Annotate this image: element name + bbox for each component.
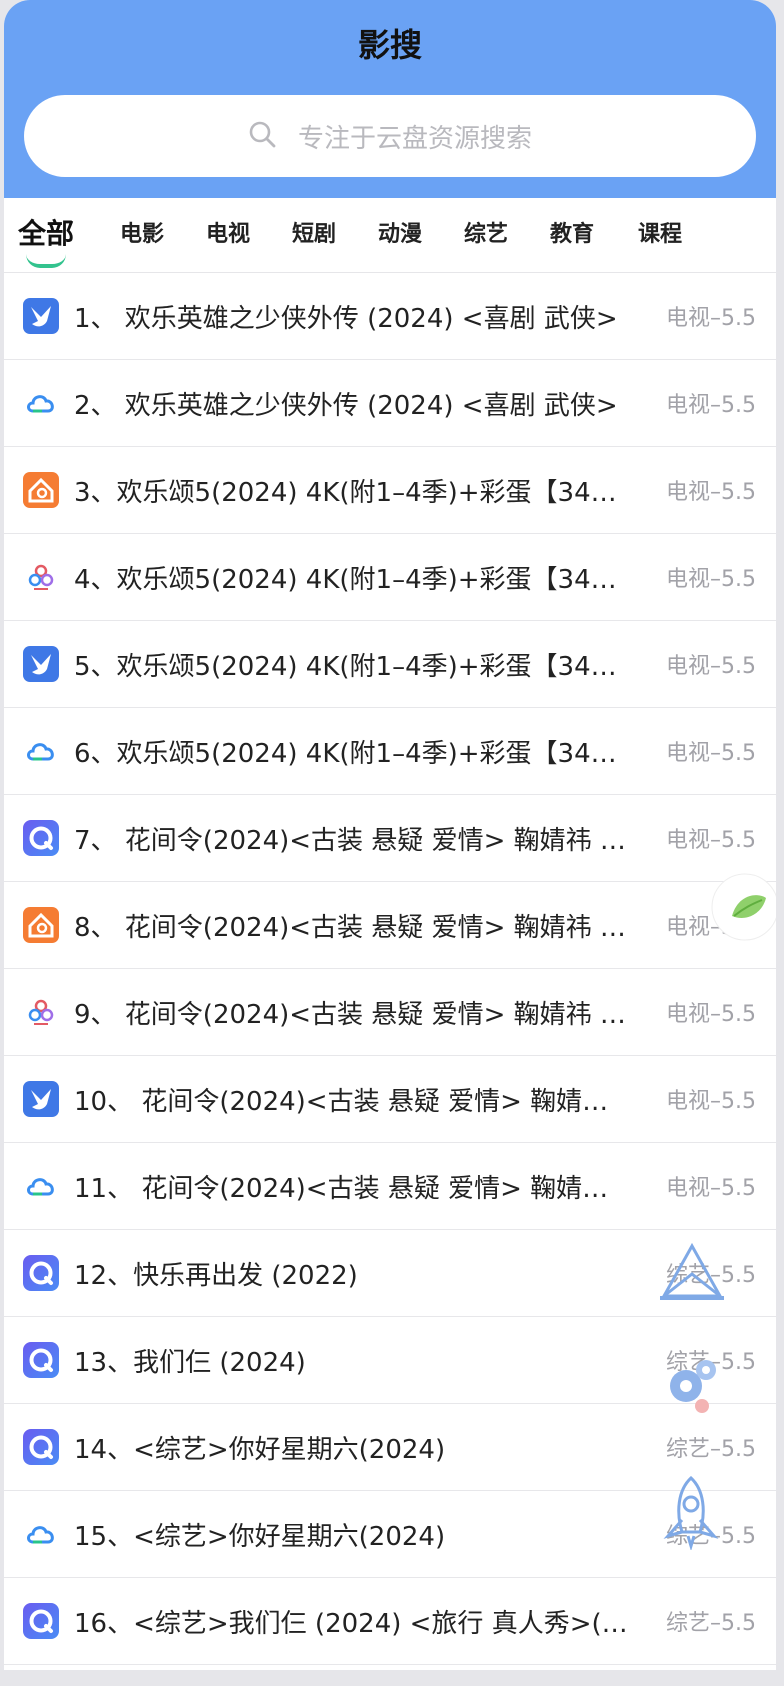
search-input[interactable]: 专注于云盘资源搜索 bbox=[298, 118, 532, 155]
app-window: 影搜 专注于云盘资源搜索 全部 电影 电视 短剧 动漫 综艺 教育 课程 1、 … bbox=[4, 0, 776, 1670]
leaf-float-icon[interactable] bbox=[710, 872, 776, 946]
baidu-cloud-icon bbox=[22, 1515, 60, 1553]
result-title: 10、 花间令(2024)<古装 悬疑 爱情> 鞠婧祎 刘学义 bbox=[74, 1086, 634, 1117]
tab-all[interactable]: 全部 bbox=[18, 212, 75, 268]
list-item[interactable]: 4、欢乐颂5(2024) 4K(附1–4季)+彩蛋【34集】 电视–5.5 bbox=[4, 534, 776, 621]
list-item[interactable]: 10、 花间令(2024)<古装 悬疑 爱情> 鞠婧祎 刘学义 电视–5.5 bbox=[4, 1056, 776, 1143]
result-title: 8、 花间令(2024)<古装 悬疑 爱情> 鞠婧祎 刘学义 bbox=[74, 912, 634, 943]
quark-icon bbox=[22, 1428, 60, 1466]
result-list: 1、 欢乐英雄之少侠外传 (2024) <喜剧 武侠> 电视–5.5 2、 欢乐英雄… bbox=[4, 273, 776, 1665]
bird-cloud-icon bbox=[22, 645, 60, 683]
list-item[interactable]: 11、 花间令(2024)<古装 悬疑 爱情> 鞠婧祎 刘学义 电视–5.5 bbox=[4, 1143, 776, 1230]
tab-label: 动漫 bbox=[378, 222, 423, 247]
tab-label: 电视 bbox=[206, 222, 251, 247]
tri-circle-icon bbox=[22, 993, 60, 1031]
result-category-score: 电视–5.5 bbox=[666, 567, 756, 592]
tab-variety[interactable]: 综艺 bbox=[464, 216, 508, 248]
result-category-score: 电视–5.5 bbox=[666, 741, 756, 766]
result-category-score: 综艺–5.5 bbox=[666, 1437, 756, 1462]
list-item[interactable]: 16、<综艺>我们仨 (2024) <旅行 真人秀>(完结) 综艺–5.5 bbox=[4, 1578, 776, 1665]
list-item[interactable]: 8、 花间令(2024)<古装 悬疑 爱情> 鞠婧祎 刘学义 电视–5.5 bbox=[4, 882, 776, 969]
quark-icon bbox=[22, 1341, 60, 1379]
bird-cloud-icon bbox=[22, 297, 60, 335]
search-bar[interactable]: 专注于云盘资源搜索 bbox=[24, 95, 756, 177]
tab-label: 全部 bbox=[18, 217, 75, 250]
tab-anime[interactable]: 动漫 bbox=[378, 216, 422, 248]
orange-house-icon bbox=[22, 906, 60, 944]
list-item[interactable]: 2、 欢乐英雄之少侠外传 (2024) <喜剧 武侠> 电视–5.5 bbox=[4, 360, 776, 447]
result-category-score: 综艺–5.5 bbox=[666, 1611, 756, 1636]
baidu-cloud-icon bbox=[22, 384, 60, 422]
page-title: 影搜 bbox=[357, 26, 422, 64]
list-item[interactable]: 5、欢乐颂5(2024) 4K(附1–4季)+彩蛋【34集】 电视–5.5 bbox=[4, 621, 776, 708]
envelope-float-icon[interactable] bbox=[656, 1240, 728, 1306]
rocket-float-icon[interactable] bbox=[658, 1474, 724, 1554]
result-title: 9、 花间令(2024)<古装 悬疑 爱情> 鞠婧祎 刘学义 bbox=[74, 999, 634, 1030]
tab-label: 综艺 bbox=[464, 222, 509, 247]
result-category-score: 电视–5.5 bbox=[666, 1002, 756, 1027]
result-title: 11、 花间令(2024)<古装 悬疑 爱情> 鞠婧祎 刘学义 bbox=[74, 1173, 634, 1204]
result-title: 4、欢乐颂5(2024) 4K(附1–4季)+彩蛋【34集】 bbox=[74, 564, 634, 595]
category-tabs: 全部 电影 电视 短剧 动漫 综艺 教育 课程 bbox=[4, 198, 776, 273]
tab-label: 短剧 bbox=[292, 222, 337, 247]
tab-tv[interactable]: 电视 bbox=[206, 216, 250, 248]
list-item[interactable]: 3、欢乐颂5(2024) 4K(附1–4季)+彩蛋【34集】 电视–5.5 bbox=[4, 447, 776, 534]
list-item[interactable]: 9、 花间令(2024)<古装 悬疑 爱情> 鞠婧祎 刘学义 电视–5.5 bbox=[4, 969, 776, 1056]
search-icon bbox=[248, 120, 276, 152]
quark-icon bbox=[22, 819, 60, 857]
tri-circle-icon bbox=[22, 558, 60, 596]
result-category-score: 电视–5.5 bbox=[666, 306, 756, 331]
orange-house-icon bbox=[22, 471, 60, 509]
active-tab-indicator bbox=[26, 254, 67, 268]
result-category-score: 电视–5.5 bbox=[666, 654, 756, 679]
result-category-score: 电视–5.5 bbox=[666, 480, 756, 505]
result-title: 2、 欢乐英雄之少侠外传 (2024) <喜剧 武侠> bbox=[74, 390, 618, 421]
result-title: 3、欢乐颂5(2024) 4K(附1–4季)+彩蛋【34集】 bbox=[74, 477, 634, 508]
result-title: 12、快乐再出发 (2022) bbox=[74, 1260, 358, 1291]
tab-label: 电影 bbox=[120, 222, 165, 247]
result-title: 16、<综艺>我们仨 (2024) <旅行 真人秀>(完结) bbox=[74, 1608, 634, 1639]
list-item[interactable]: 7、 花间令(2024)<古装 悬疑 爱情> 鞠婧祎 刘学义 电视–5.5 bbox=[4, 795, 776, 882]
result-title: 15、<综艺>你好星期六(2024) bbox=[74, 1521, 446, 1552]
tab-label: 课程 bbox=[638, 222, 683, 247]
tab-movie[interactable]: 电影 bbox=[120, 216, 164, 248]
result-category-score: 电视–5.5 bbox=[666, 1089, 756, 1114]
result-title: 13、我们仨 (2024) bbox=[74, 1347, 306, 1378]
result-category-score: 电视–5.5 bbox=[666, 1176, 756, 1201]
baidu-cloud-icon bbox=[22, 732, 60, 770]
quark-icon bbox=[22, 1254, 60, 1292]
result-category-score: 电视–5.5 bbox=[666, 828, 756, 853]
result-title: 5、欢乐颂5(2024) 4K(附1–4季)+彩蛋【34集】 bbox=[74, 651, 634, 682]
result-category-score: 电视–5.5 bbox=[666, 393, 756, 418]
tab-short-drama[interactable]: 短剧 bbox=[292, 216, 336, 248]
bird-cloud-icon bbox=[22, 1080, 60, 1118]
result-title: 7、 花间令(2024)<古装 悬疑 爱情> 鞠婧祎 刘学义 bbox=[74, 825, 634, 856]
quark-icon bbox=[22, 1602, 60, 1640]
list-item[interactable]: 6、欢乐颂5(2024) 4K(附1–4季)+彩蛋【34集】 电视–5.5 bbox=[4, 708, 776, 795]
tab-course[interactable]: 课程 bbox=[638, 216, 682, 248]
list-item[interactable]: 1、 欢乐英雄之少侠外传 (2024) <喜剧 武侠> 电视–5.5 bbox=[4, 273, 776, 360]
tab-education[interactable]: 教育 bbox=[550, 216, 594, 248]
gear-float-icon[interactable] bbox=[660, 1354, 724, 1424]
tab-label: 教育 bbox=[550, 222, 595, 247]
baidu-cloud-icon bbox=[22, 1167, 60, 1205]
result-title: 1、 欢乐英雄之少侠外传 (2024) <喜剧 武侠> bbox=[74, 303, 618, 334]
result-title: 6、欢乐颂5(2024) 4K(附1–4季)+彩蛋【34集】 bbox=[74, 738, 634, 769]
result-title: 14、<综艺>你好星期六(2024) bbox=[74, 1434, 446, 1465]
header: 影搜 专注于云盘资源搜索 bbox=[4, 0, 776, 198]
